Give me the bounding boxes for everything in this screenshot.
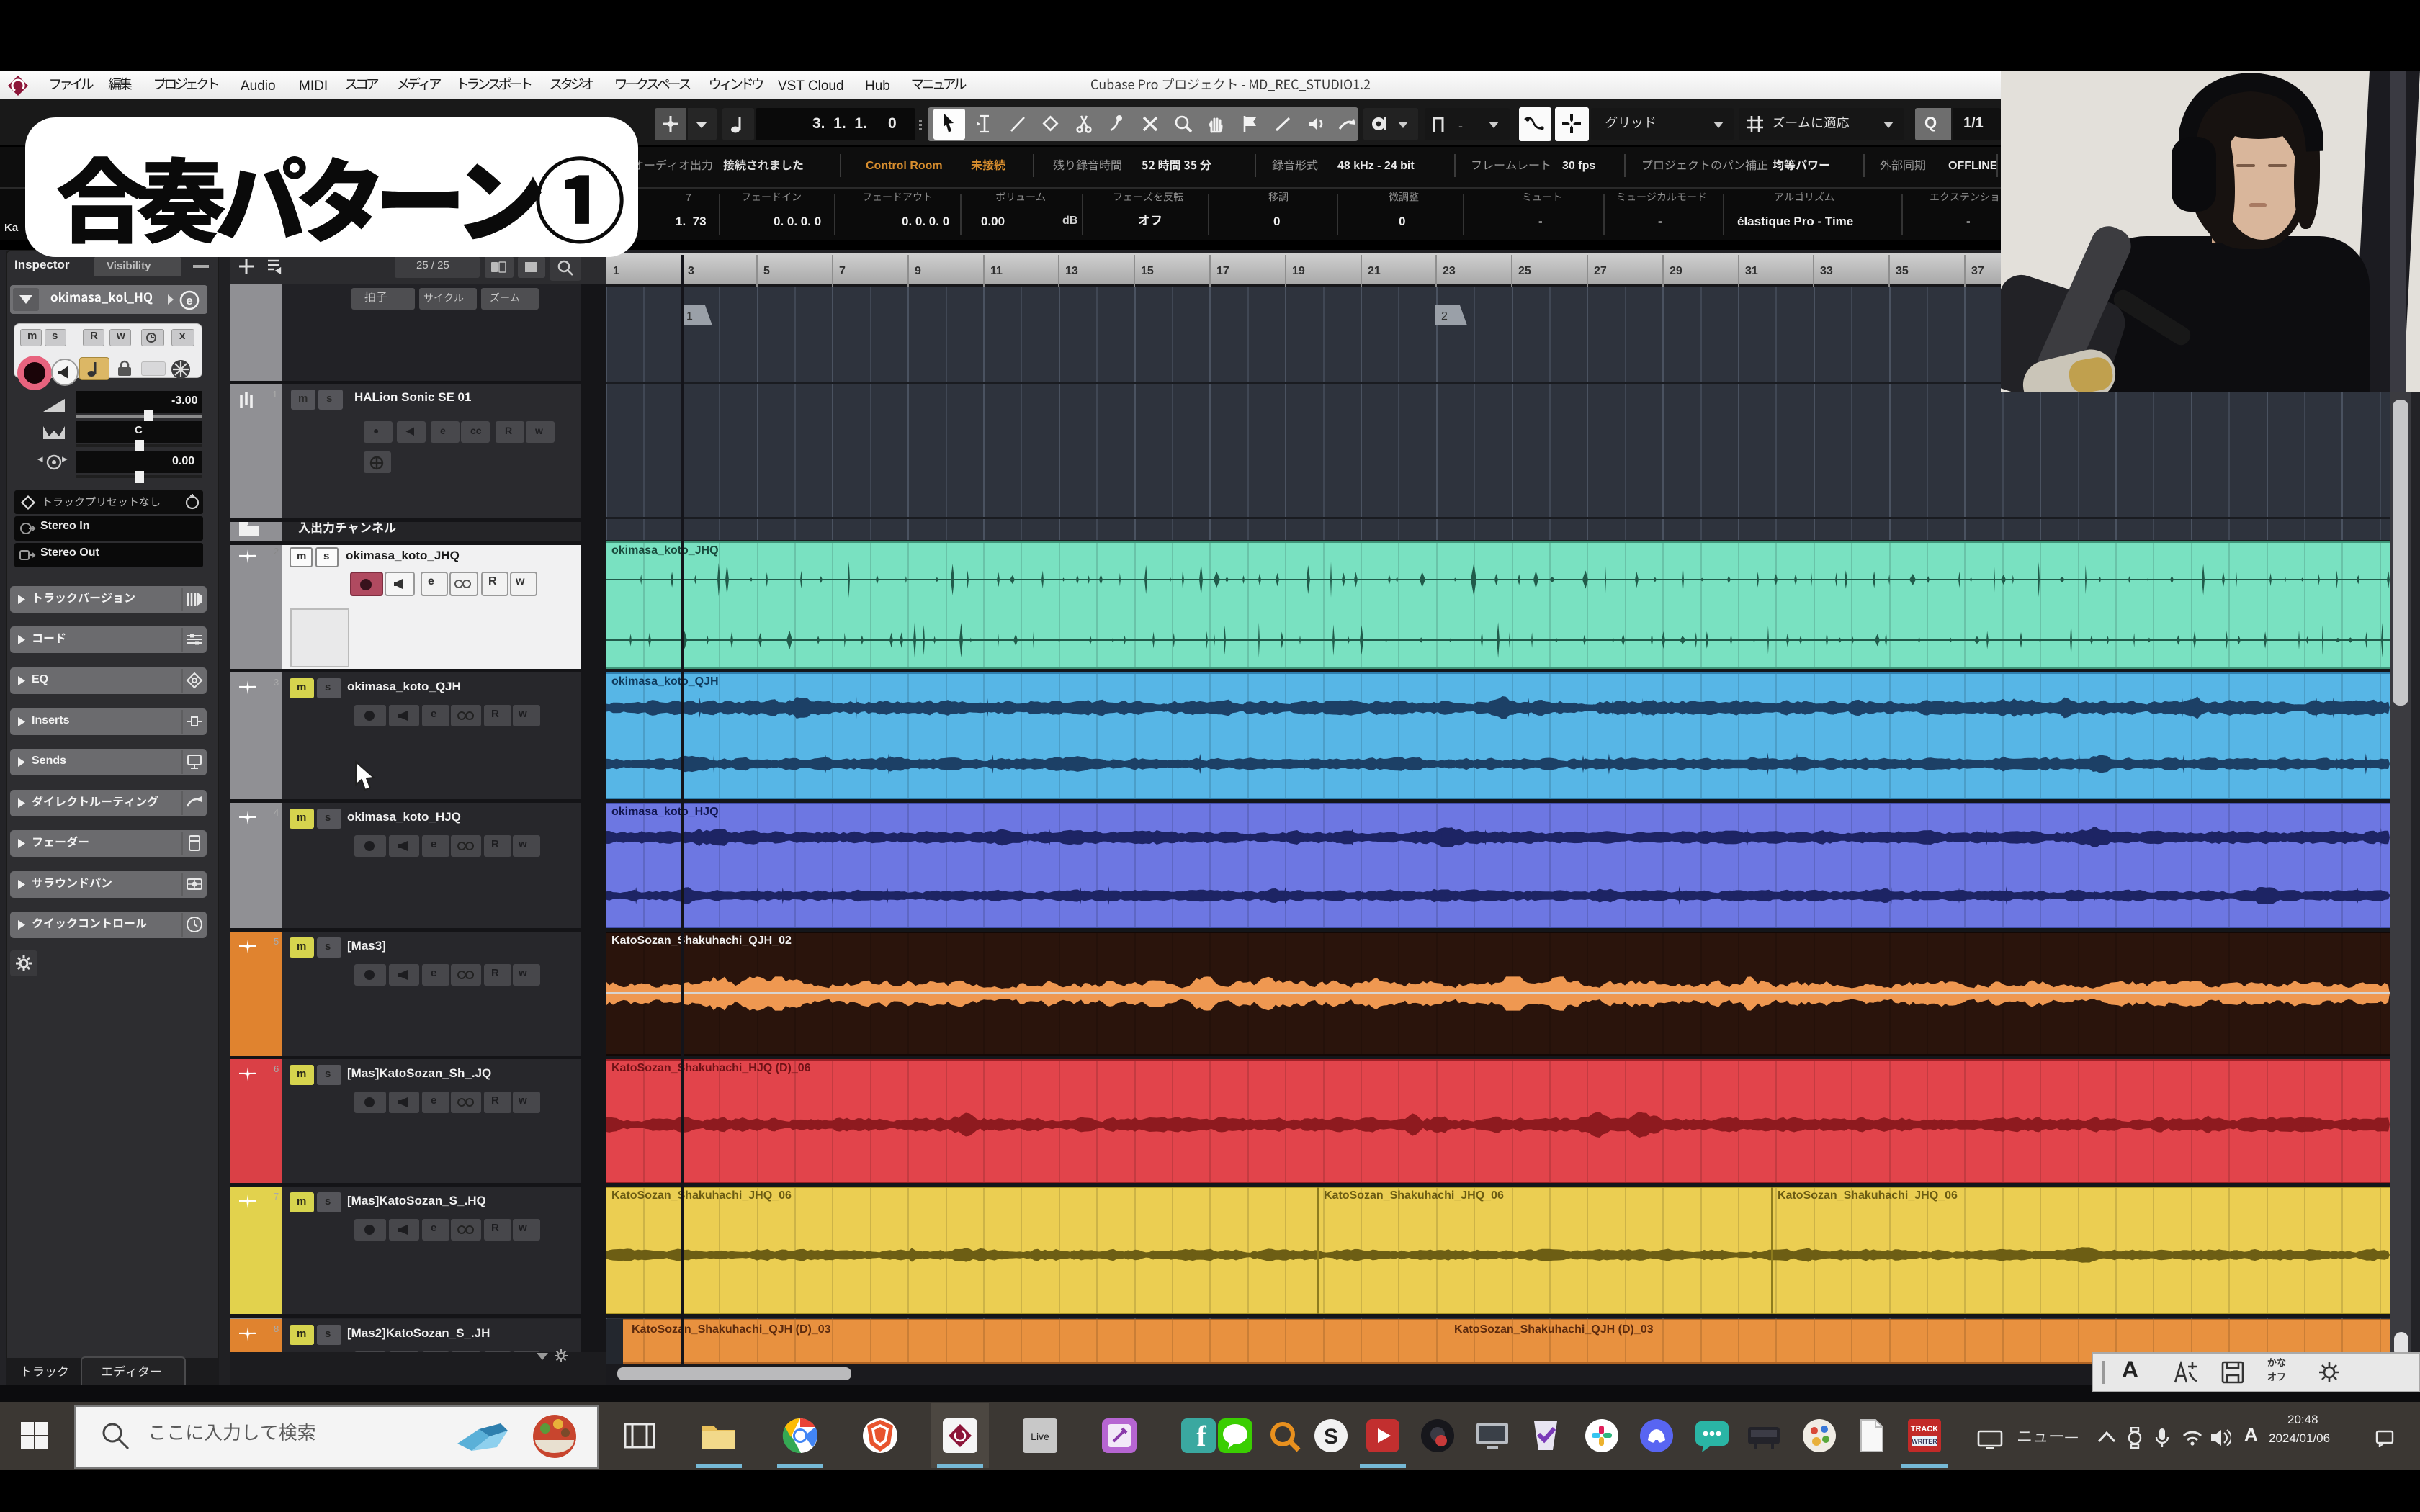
svg-text:Live: Live: [1031, 1431, 1049, 1442]
svg-text:TRACK: TRACK: [1911, 1425, 1939, 1434]
svg-text:f: f: [1196, 1420, 1206, 1452]
svg-text:S: S: [1324, 1425, 1338, 1449]
svg-text:2: 2: [1441, 310, 1448, 323]
svg-text:WRITER: WRITER: [1912, 1438, 1937, 1445]
svg-text:e: e: [186, 294, 192, 307]
svg-text:1: 1: [686, 310, 693, 323]
